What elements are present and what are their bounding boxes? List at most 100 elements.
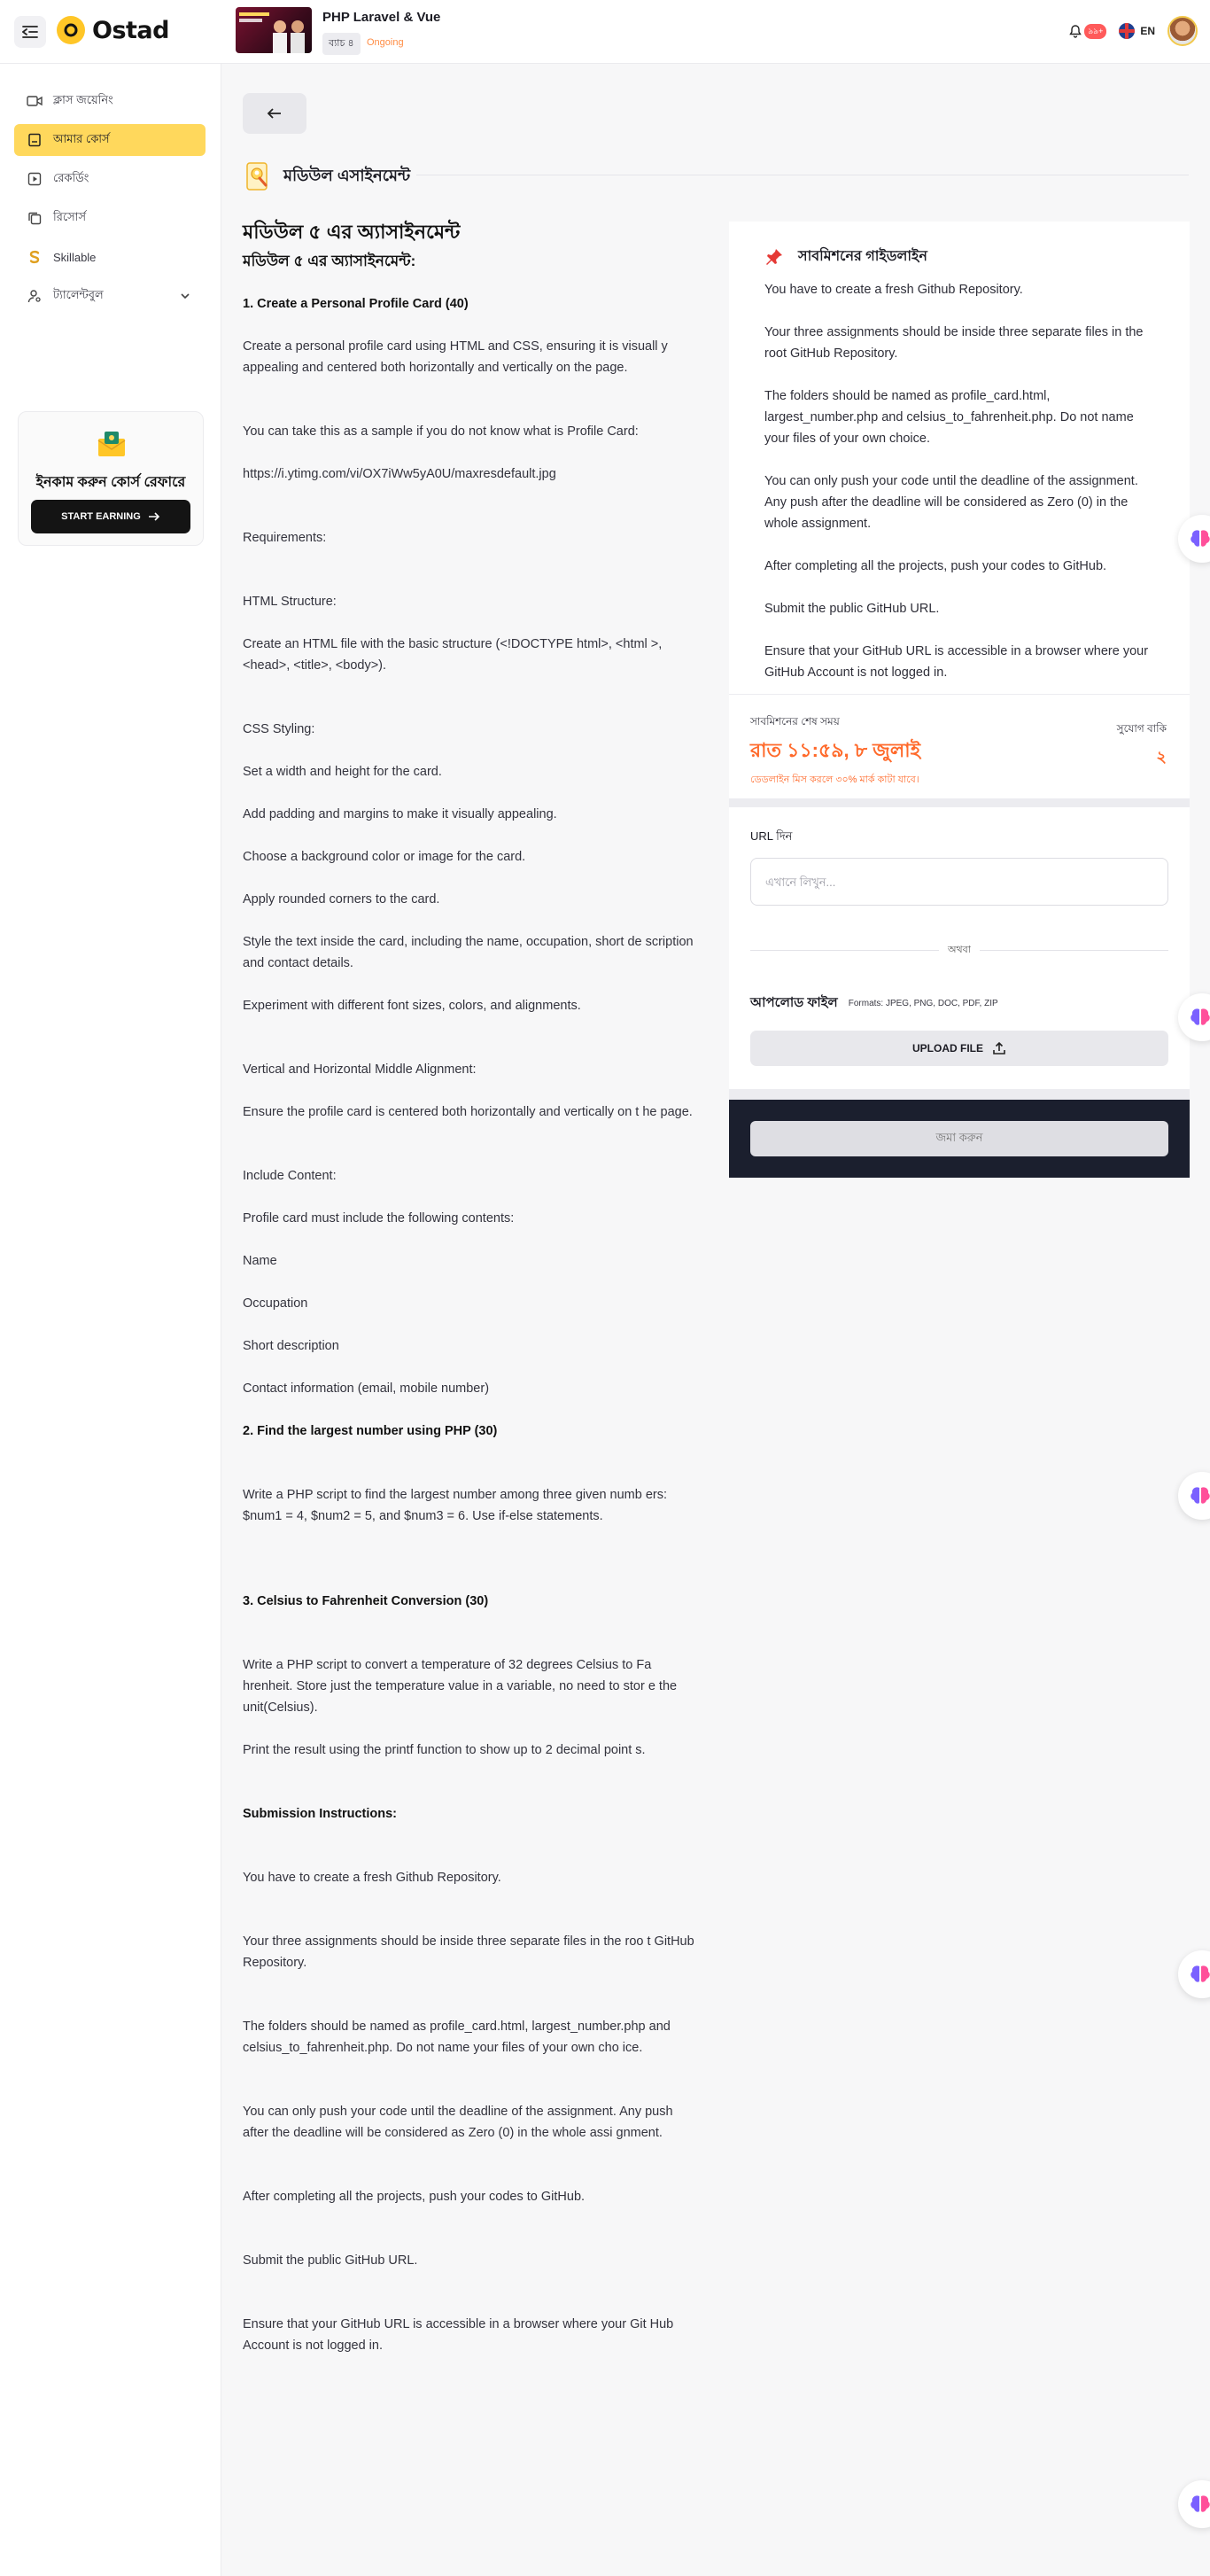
paragraph: HTML Structure: bbox=[243, 595, 337, 609]
question-heading: 2. Find the largest number using PHP (30… bbox=[243, 1424, 498, 1438]
brain-icon bbox=[1191, 530, 1210, 547]
course-title: PHP Laravel & Vue bbox=[322, 10, 441, 25]
sidebar-item-skillable[interactable]: Skillable bbox=[14, 241, 206, 273]
logo-icon bbox=[57, 16, 85, 44]
paragraph: Add padding and margins to make it visua… bbox=[243, 807, 557, 821]
brain-icon bbox=[1191, 2495, 1210, 2512]
paragraph: After completing all the projects, push … bbox=[243, 2190, 586, 2204]
upload-file-button[interactable]: UPLOAD FILE bbox=[750, 1031, 1168, 1066]
paragraph: Create an HTML file with the basic struc… bbox=[243, 637, 663, 673]
submission-heading: Submission Instructions: bbox=[243, 1807, 398, 1821]
book-icon bbox=[27, 132, 43, 148]
section-header: মডিউল এসাইনমেন্ট bbox=[244, 161, 410, 191]
sidebar-item-label: Skillable bbox=[53, 250, 97, 264]
course-status: Ongoing bbox=[367, 37, 404, 48]
submit-button[interactable]: জমা করুন bbox=[750, 1121, 1168, 1156]
start-earning-label: START EARNING bbox=[61, 511, 141, 522]
pin-icon bbox=[766, 248, 782, 265]
promo-text: ইনকাম করুন কোর্স রেফারে bbox=[35, 475, 186, 490]
assignment-content: মডিউল ৫ এর অ্যাসাইনমেন্ট মডিউল ৫ এর অ্যা… bbox=[243, 219, 694, 2356]
paragraph: You can take this as a sample if you do … bbox=[243, 424, 639, 439]
paragraph: Vertical and Horizontal Middle Alignment… bbox=[243, 1062, 477, 1077]
chance-label: সুযোগ বাকি bbox=[1116, 722, 1167, 735]
divider bbox=[729, 1089, 1190, 1100]
remaining-chances: সুযোগ বাকি ২ bbox=[1117, 721, 1167, 772]
sidebar-item-resource[interactable]: রিসোর্স bbox=[14, 202, 206, 234]
top-bar: Ostad PHP Laravel & Vue ব্যাচ ৪ Ongoing … bbox=[0, 0, 1210, 64]
sidebar-item-label: আমার কোর্স bbox=[53, 131, 110, 145]
ai-assistant-button[interactable] bbox=[1178, 1472, 1210, 1520]
chance-value: ২ bbox=[1156, 748, 1167, 766]
paragraph: Write a PHP script to convert a temperat… bbox=[243, 1658, 678, 1715]
guideline-item: The folders should be named as profile_c… bbox=[764, 389, 1134, 446]
url-label: URL দিন bbox=[750, 829, 793, 843]
submit-bar: জমা করুন bbox=[729, 1100, 1190, 1178]
guideline-item: You can only push your code until the de… bbox=[764, 474, 1138, 531]
paragraph: Choose a background color or image for t… bbox=[243, 850, 526, 864]
deadline-note: ডেডলাইন মিস করলে ৩০% মার্ক কাটা যাবে। bbox=[750, 774, 919, 785]
sidebar-item-my-course[interactable]: আমার কোর্স bbox=[14, 124, 206, 156]
paragraph: Profile card must include the following … bbox=[243, 1211, 515, 1226]
sidebar-item-recording[interactable]: রেকর্ডিং bbox=[14, 163, 206, 195]
referral-promo-card: ইনকাম করুন কোর্স রেফারে START EARNING bbox=[18, 411, 204, 546]
question-heading: 3. Celsius to Fahrenheit Conversion (30) bbox=[243, 1594, 489, 1608]
sidebar-item-label: ট্যালেন্টবুল bbox=[53, 287, 104, 301]
guideline-item: Your three assignments should be inside … bbox=[764, 325, 1144, 361]
course-thumbnail bbox=[236, 7, 312, 53]
deadline-box: সাবমিশনের শেষ সময় রাত ১১:৫৯, ৮ জুলাই ডে… bbox=[729, 694, 1190, 798]
sample-link[interactable]: https://i.ytimg.com/vi/OX7iWw5yA0U/maxre… bbox=[243, 463, 694, 485]
or-divider: অথবা bbox=[750, 941, 1168, 959]
brain-icon bbox=[1191, 1487, 1210, 1504]
arrow-left-icon bbox=[267, 108, 281, 119]
submission-guideline: সাবমিশনের গাইডলাইন You have to create a … bbox=[729, 222, 1190, 683]
user-avatar[interactable] bbox=[1167, 16, 1198, 46]
paragraph: Occupation bbox=[243, 1296, 308, 1311]
paragraph: Short description bbox=[243, 1339, 339, 1353]
bell-icon bbox=[1069, 25, 1082, 38]
notification-button[interactable]: ৯৯+ bbox=[1068, 23, 1107, 39]
paragraph: Requirements: bbox=[243, 531, 327, 545]
question-heading: 1. Create a Personal Profile Card (40) bbox=[243, 297, 469, 311]
language-label: EN bbox=[1140, 25, 1155, 37]
paragraph: Experiment with different font sizes, co… bbox=[243, 999, 581, 1013]
sidebar-item-label: রেকর্ডিং bbox=[53, 170, 89, 184]
upload-icon bbox=[993, 1041, 1005, 1055]
submit-button-label: জমা করুন bbox=[935, 1130, 983, 1144]
skillable-icon bbox=[27, 249, 43, 265]
start-earning-button[interactable]: START EARNING bbox=[31, 500, 190, 533]
paragraph: Ensure the profile card is centered both… bbox=[243, 1105, 693, 1119]
assignment-title: মডিউল ৫ এর অ্যাসাইনমেন্ট bbox=[243, 221, 461, 243]
chevron-down-icon bbox=[181, 293, 190, 300]
notification-count: ৯৯+ bbox=[1084, 23, 1107, 39]
user-icon bbox=[27, 288, 43, 304]
play-icon bbox=[27, 171, 43, 187]
or-text: অথবা bbox=[939, 945, 980, 955]
upload-formats: Formats: JPEG, PNG, DOC, PDF, ZIP bbox=[848, 999, 998, 1008]
guideline-title: সাবমিশনের গাইডলাইন bbox=[798, 249, 927, 264]
paragraph: CSS Styling: bbox=[243, 722, 315, 736]
paragraph: Print the result using the printf functi… bbox=[243, 1743, 646, 1757]
guideline-item: Ensure that your GitHub URL is accessibl… bbox=[764, 644, 1149, 680]
video-icon bbox=[27, 93, 43, 109]
paragraph: Submit the public GitHub URL. bbox=[243, 2253, 418, 2268]
menu-toggle-button[interactable] bbox=[14, 16, 46, 48]
language-switcher[interactable]: EN bbox=[1119, 23, 1155, 39]
paragraph: Include Content: bbox=[243, 1169, 337, 1183]
url-input[interactable] bbox=[750, 858, 1168, 906]
paragraph: You can only push your code until the de… bbox=[243, 2105, 673, 2140]
uk-flag-icon bbox=[1119, 23, 1136, 39]
envelope-money-icon bbox=[97, 432, 126, 456]
back-button[interactable] bbox=[243, 93, 306, 134]
sidebar-item-class-joining[interactable]: ক্লাস জয়েনিং bbox=[14, 85, 206, 117]
copy-icon bbox=[27, 210, 43, 226]
paragraph: Ensure that your GitHub URL is accessibl… bbox=[243, 2317, 674, 2353]
ostad-logo[interactable]: Ostad bbox=[57, 16, 169, 44]
sidebar-item-label: রিসোর্স bbox=[53, 209, 87, 223]
ai-assistant-button[interactable] bbox=[1178, 2480, 1210, 2528]
assignment-subtitle: মডিউল ৫ এর অ্যাসাইনমেন্ট: bbox=[243, 253, 416, 269]
section-title: মডিউল এসাইনমেন্ট bbox=[283, 166, 411, 184]
sidebar-item-talentbull[interactable]: ট্যালেন্টবুল bbox=[14, 280, 206, 312]
divider bbox=[729, 798, 1190, 807]
arrow-right-icon bbox=[148, 512, 159, 521]
ai-assistant-button[interactable] bbox=[1178, 1950, 1210, 1998]
